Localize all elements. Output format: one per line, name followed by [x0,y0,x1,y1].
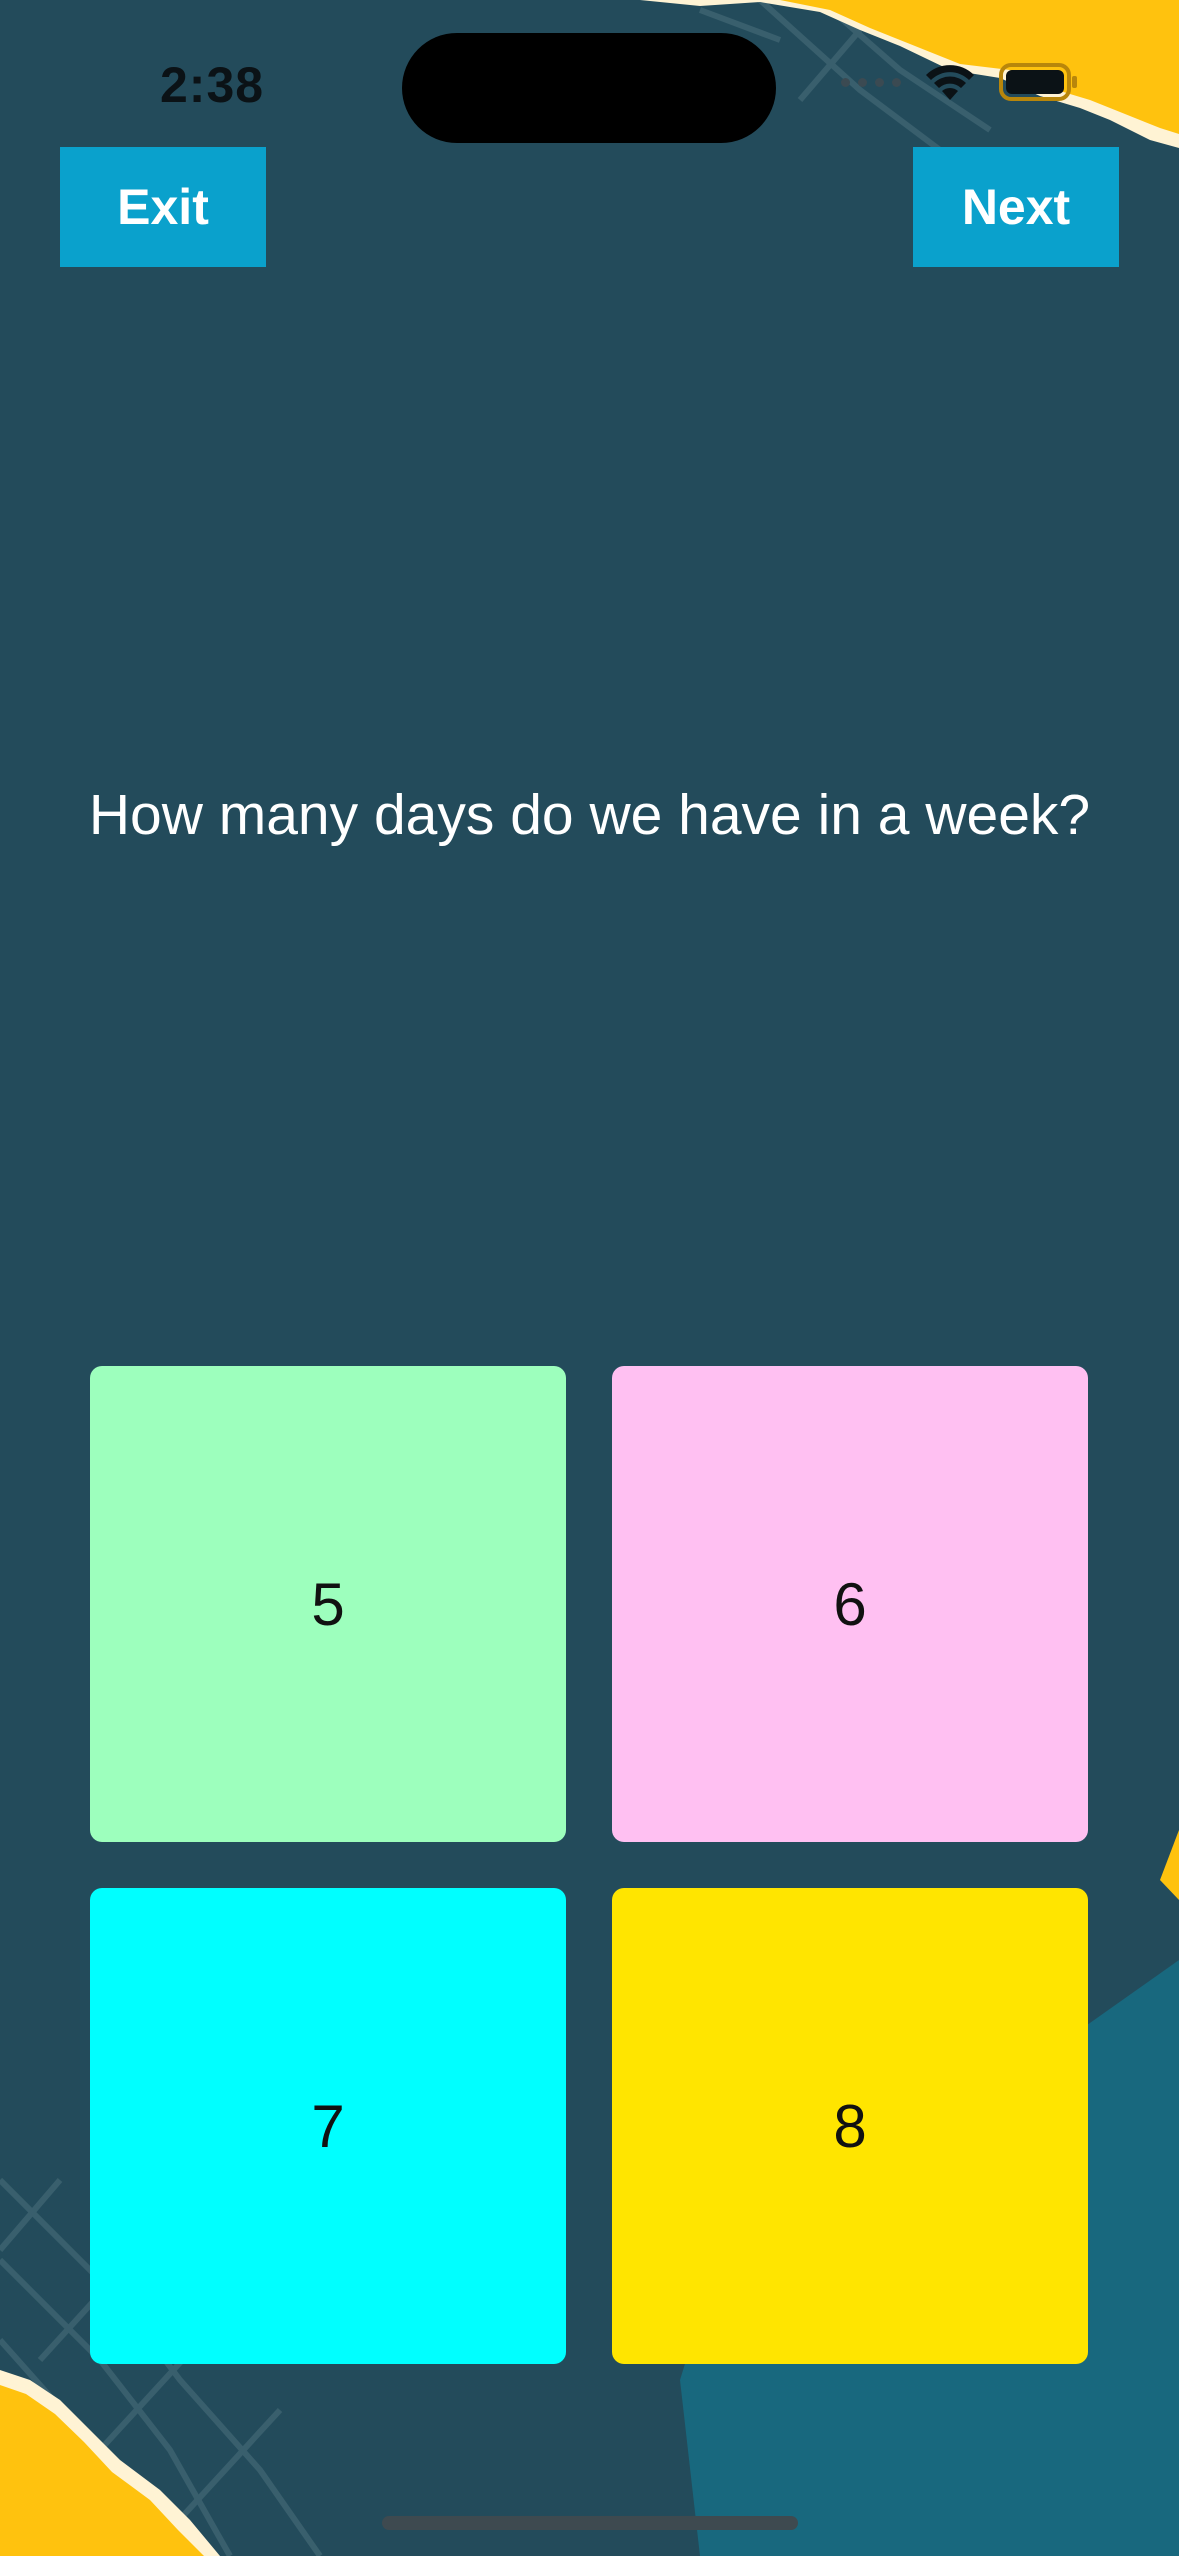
next-button[interactable]: Next [913,147,1119,267]
answer-option-4[interactable]: 8 [612,1888,1088,2364]
status-icons [841,62,1079,102]
question-text: How many days do we have in a week? [88,783,1091,847]
exit-button[interactable]: Exit [60,147,266,267]
answer-label: 6 [833,1570,867,1638]
answer-option-1[interactable]: 5 [90,1366,566,1842]
answer-label: 5 [311,1570,345,1638]
status-time: 2:38 [160,57,265,113]
answer-option-3[interactable]: 7 [90,1888,566,2364]
wifi-icon [926,65,974,100]
cellular-signal-icon [841,77,901,87]
battery-icon [999,63,1077,101]
answer-label: 7 [311,2092,345,2160]
dynamic-island [402,33,776,143]
answer-label: 8 [833,2092,867,2160]
home-indicator [382,2516,798,2530]
answer-option-2[interactable]: 6 [612,1366,1088,1842]
